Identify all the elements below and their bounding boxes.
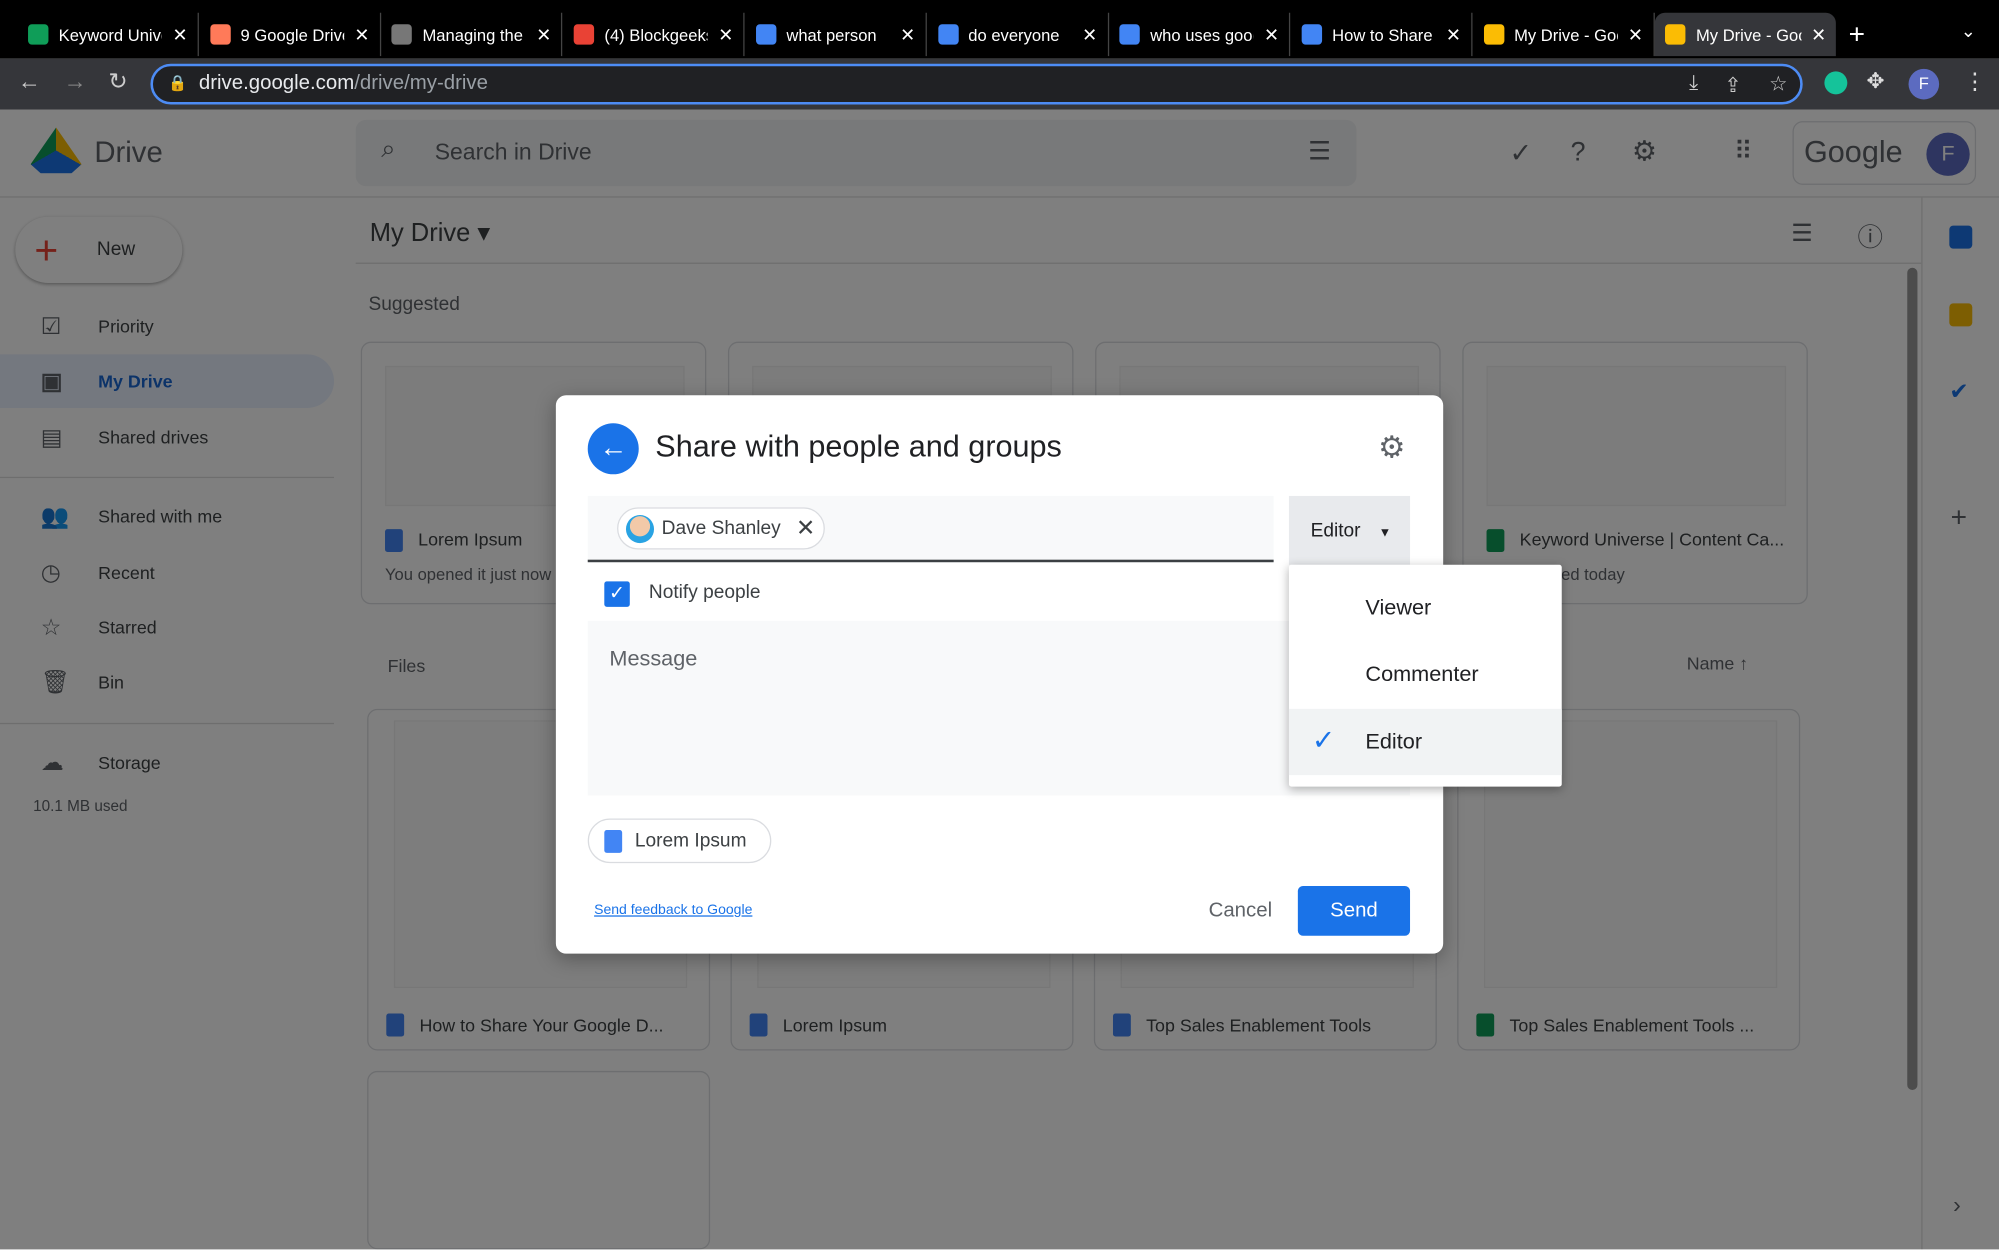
close-tab-icon[interactable]: ✕ — [900, 24, 915, 46]
new-tab-button[interactable]: + — [1849, 18, 1865, 51]
share-icon[interactable]: ⇪ — [1724, 73, 1741, 98]
browser-tab[interactable]: 9 Google Drive ✕ — [200, 12, 381, 57]
attached-file-chip[interactable]: Lorem Ipsum — [587, 818, 771, 864]
url-domain: drive.google.com — [198, 72, 355, 95]
close-tab-icon[interactable]: ✕ — [1811, 24, 1826, 46]
close-tab-icon[interactable]: ✕ — [1264, 24, 1279, 46]
browser-toolbar: ← → ↻ 🔒 drive.google.com/drive/my-drive … — [0, 58, 1999, 110]
recipient-field[interactable]: Dave Shanley ✕ — [587, 495, 1274, 563]
tab-title: 9 Google Drive — [240, 24, 345, 44]
role-dropdown[interactable]: Editor ▼ — [1288, 495, 1411, 565]
cancel-button[interactable]: Cancel — [1193, 887, 1287, 935]
browser-tab[interactable]: My Drive - Google ✕ — [1655, 12, 1837, 57]
role-option-commenter[interactable]: Commenter — [1289, 641, 1562, 707]
close-tab-icon[interactable]: ✕ — [1082, 24, 1097, 46]
browser-tab[interactable]: what person ✕ — [746, 12, 927, 57]
close-tab-icon[interactable]: ✕ — [354, 24, 369, 46]
browser-tab[interactable]: Managing the ✕ — [382, 12, 563, 57]
close-tab-icon[interactable]: ✕ — [172, 24, 187, 46]
tab-title: do everyone — [968, 24, 1060, 44]
browser-tab[interactable]: (4) Blockgeeks ✕ — [564, 12, 745, 57]
role-option-viewer[interactable]: Viewer — [1289, 575, 1562, 641]
tab-favicon-icon — [28, 24, 49, 45]
forward-icon[interactable]: → — [64, 69, 87, 96]
install-icon[interactable]: ⤓ — [1689, 73, 1698, 96]
recipient-chip: Dave Shanley ✕ — [617, 507, 825, 550]
tab-favicon-icon — [391, 24, 413, 45]
dropdown-caret-icon: ▼ — [1378, 526, 1392, 541]
back-button[interactable]: ← — [587, 423, 639, 475]
tab-title: what person — [786, 24, 877, 44]
tab-title: Keyword Universe — [58, 24, 163, 44]
close-tab-icon[interactable]: ✕ — [718, 24, 733, 46]
notify-label: Notify people — [648, 581, 761, 604]
tab-favicon-icon — [1665, 24, 1686, 45]
tab-favicon-icon — [1301, 24, 1322, 45]
close-tab-icon[interactable]: ✕ — [1446, 24, 1461, 46]
remove-recipient-icon[interactable]: ✕ — [796, 515, 815, 542]
tab-title: who uses google — [1150, 24, 1254, 44]
tab-search-chevron-icon[interactable]: ⌄ — [1961, 20, 1976, 42]
recipient-name: Dave Shanley — [661, 517, 781, 540]
dialog-title: Share with people and groups — [655, 429, 1062, 465]
tab-favicon-icon — [755, 24, 777, 45]
back-icon[interactable]: ← — [18, 69, 41, 96]
grammarly-extension-icon[interactable] — [1824, 71, 1848, 95]
tab-title: My Drive - Google — [1514, 24, 1618, 44]
role-menu: Viewer Commenter ✓ Editor — [1288, 564, 1562, 787]
extensions-puzzle-icon[interactable]: ✥ — [1866, 69, 1884, 94]
tab-title: How to Share — [1332, 24, 1433, 44]
tab-favicon-icon — [573, 24, 595, 45]
role-option-editor[interactable]: ✓ Editor — [1288, 708, 1562, 776]
tab-title: Managing the — [422, 24, 523, 44]
reload-icon[interactable]: ↻ — [108, 69, 127, 96]
send-button[interactable]: Send — [1297, 886, 1411, 936]
send-feedback-link[interactable]: Send feedback to Google — [594, 903, 752, 918]
browser-tab[interactable]: My Drive - Google ✕ — [1473, 12, 1655, 57]
tab-favicon-icon — [1483, 24, 1504, 45]
lock-icon: 🔒 — [168, 73, 188, 92]
browser-tab[interactable]: How to Share ✕ — [1291, 12, 1473, 57]
url-path: /drive/my-drive — [354, 72, 488, 95]
checkmark-icon: ✓ — [1311, 724, 1336, 757]
browser-tab[interactable]: who uses google ✕ — [1109, 12, 1291, 57]
tab-favicon-icon — [937, 24, 959, 45]
tab-favicon-icon — [209, 24, 231, 45]
notify-checkbox[interactable]: ✓ — [604, 581, 630, 607]
profile-avatar[interactable]: F — [1908, 68, 1940, 100]
share-settings-gear-icon[interactable]: ⚙ — [1378, 430, 1405, 467]
close-tab-icon[interactable]: ✕ — [1628, 24, 1643, 46]
browser-tab[interactable]: do everyone ✕ — [927, 12, 1109, 57]
recipient-avatar — [625, 514, 655, 543]
bookmark-star-icon[interactable]: ☆ — [1769, 71, 1787, 96]
tab-title: My Drive - Google — [1695, 24, 1801, 44]
doc-icon — [604, 829, 623, 853]
browser-menu-icon[interactable]: ⋮ — [1963, 69, 1986, 96]
message-input[interactable]: Message — [587, 620, 1411, 796]
message-placeholder: Message — [609, 646, 698, 671]
tab-title: (4) Blockgeeks — [604, 24, 709, 44]
tab-strip: Keyword Universe✕9 Google Drive✕Managing… — [0, 0, 1999, 59]
close-tab-icon[interactable]: ✕ — [536, 24, 551, 46]
address-bar[interactable]: 🔒 drive.google.com/drive/my-drive ⤓ ⇪ ☆ — [150, 63, 1803, 105]
tab-favicon-icon — [1119, 24, 1140, 45]
browser-tab[interactable]: Keyword Universe ✕ — [18, 12, 199, 57]
